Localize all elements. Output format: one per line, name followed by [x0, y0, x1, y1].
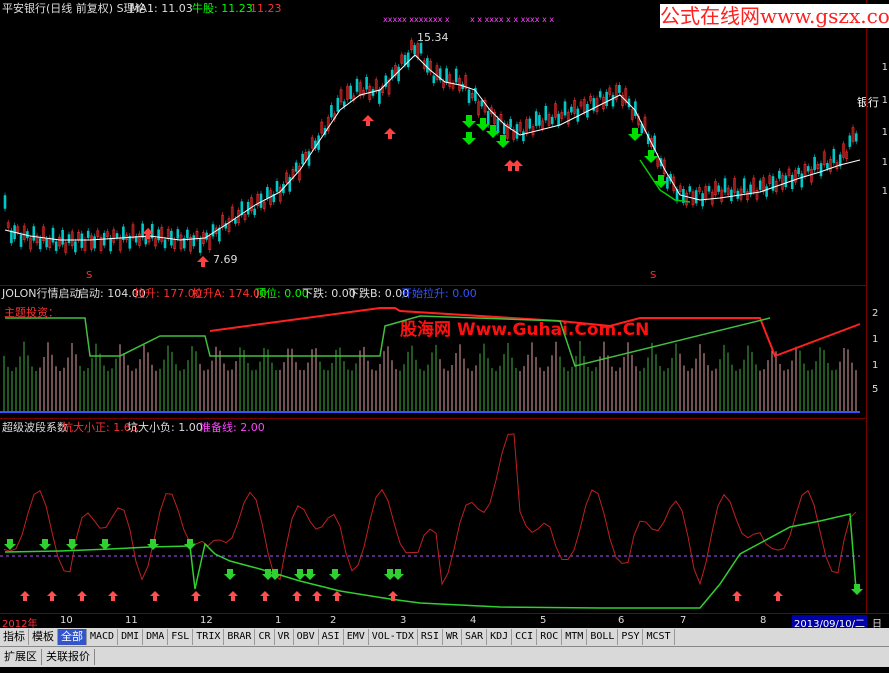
price-tick: 1: [881, 157, 888, 168]
down-arrow: [224, 569, 236, 580]
tab-cr[interactable]: CR: [255, 629, 275, 645]
axis-label: 10: [60, 615, 73, 626]
up-arrow: [773, 591, 783, 601]
svg-text:xxxxx xxxxxxx x: xxxxx xxxxxxx x: [383, 15, 450, 24]
wave-panel[interactable]: 超级波段系数 坑大小正: 1.63 坑大小负: 1.00 准备线: 2.00: [0, 419, 866, 614]
down-arrow: [39, 539, 51, 550]
axis-label: 4: [470, 615, 477, 626]
indicator-tabs: 指标 模板 全部 MACD DMI DMA FSL TRIX BRAR CR VR OBV ASI EMV…: [0, 628, 889, 646]
up-arrow: [228, 591, 238, 601]
up-arrow: [191, 591, 201, 601]
tab-trix[interactable]: TRIX: [193, 629, 225, 645]
tab-vol-tdx[interactable]: VOL-TDX: [369, 629, 418, 645]
tab-psy[interactable]: PSY: [618, 629, 644, 645]
extension-area-tab[interactable]: 扩展区: [0, 649, 42, 665]
price-panel[interactable]: 平安银行(日线 前复权) S理论 MA1: 11.03 牛股: 11.23 11…: [0, 0, 879, 286]
tab-rsi[interactable]: RSI: [418, 629, 443, 645]
tab--[interactable]: 全部: [58, 629, 87, 645]
up-arrow: [150, 591, 160, 601]
up-arrow: [732, 591, 742, 601]
tab--[interactable]: 指标: [0, 629, 29, 645]
svg-text:x x xxxx x x xxxx: x x xxxx x x xxxx x x: [470, 15, 554, 24]
axis-label: 2: [330, 615, 337, 626]
up-arrow: [260, 591, 270, 601]
up-arrow: [47, 591, 57, 601]
tab-brar[interactable]: BRAR: [224, 629, 256, 645]
watermark-gszx: 公式在线网www.gszx.com.cn: [660, 4, 889, 28]
axis-label: 12: [200, 615, 213, 626]
price-tick: 1: [881, 186, 888, 197]
tab-kdj[interactable]: KDJ: [487, 629, 513, 645]
tab-obv[interactable]: OBV: [294, 629, 319, 645]
down-arrow: [147, 539, 159, 550]
up-arrow: [332, 591, 342, 601]
tab-boll[interactable]: BOLL: [587, 629, 619, 645]
down-arrow: [329, 569, 341, 580]
down-arrow: [4, 539, 16, 550]
price-tick: 1: [881, 62, 888, 73]
price-tick: 1: [881, 95, 888, 106]
bottom-bar: 扩展区 关联报价: [0, 646, 889, 667]
axis-label: 7: [680, 615, 687, 626]
tab-sar[interactable]: SAR: [462, 629, 488, 645]
price-scale: 1 1 1 1 1: [866, 0, 889, 613]
down-arrow: [184, 539, 196, 550]
axis-label: 5: [540, 615, 547, 626]
tab-cci[interactable]: CCI: [512, 629, 538, 645]
tab-mtm[interactable]: MTM: [562, 629, 588, 645]
tab-fsl[interactable]: FSL: [168, 629, 194, 645]
down-arrow: [294, 569, 306, 580]
tab-macd[interactable]: MACD: [87, 629, 119, 645]
date-axis: 2012年 10 11 12 1 2 3 4 5 6 7 8 2013/09/1…: [0, 613, 889, 630]
jolon-panel[interactable]: JOLON行情启动 启动: 104.00 拉升: 177.00 拉升A: 174…: [0, 286, 878, 419]
tab-asi[interactable]: ASI: [319, 629, 344, 645]
down-arrow: [304, 569, 316, 580]
tab-vr[interactable]: VR: [275, 629, 294, 645]
tab--[interactable]: 模板: [29, 629, 58, 645]
axis-label: 11: [125, 615, 138, 626]
candlestick-chart: xxxxx xxxxxxx x x x xxxx x x xxxx x x: [3, 15, 861, 267]
axis-label: 6: [618, 615, 625, 626]
tab-dmi[interactable]: DMI: [118, 629, 144, 645]
jolon-chart: [0, 307, 861, 413]
up-arrow: [108, 591, 118, 601]
axis-label: 3: [400, 615, 407, 626]
down-arrow: [392, 569, 404, 580]
related-quote-tab[interactable]: 关联报价: [42, 649, 95, 665]
tab-dma[interactable]: DMA: [143, 629, 169, 645]
price-tick: 1: [881, 127, 888, 138]
up-arrow: [292, 591, 302, 601]
tab-roc[interactable]: ROC: [537, 629, 563, 645]
up-arrow: [20, 591, 30, 601]
tab-emv[interactable]: EMV: [344, 629, 369, 645]
tab-wr[interactable]: WR: [443, 629, 463, 645]
down-arrow: [851, 584, 863, 595]
axis-label: 8: [760, 615, 767, 626]
up-arrow: [77, 591, 87, 601]
tab-mcst[interactable]: MCST: [643, 629, 675, 645]
wave-chart: [0, 433, 863, 609]
up-arrow: [312, 591, 322, 601]
axis-label: 1: [275, 615, 282, 626]
